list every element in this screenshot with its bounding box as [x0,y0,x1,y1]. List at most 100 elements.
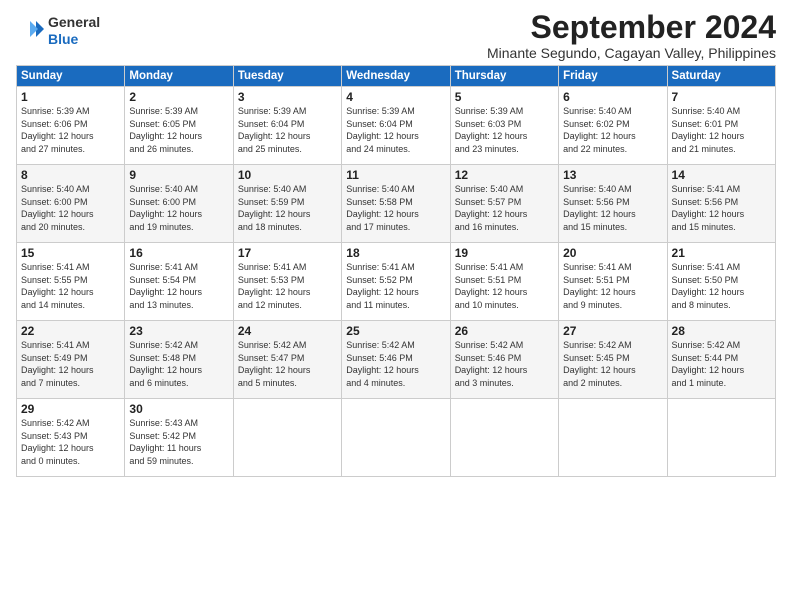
col-saturday: Saturday [667,66,775,87]
day-detail: Sunrise: 5:41 AM Sunset: 5:49 PM Dayligh… [21,339,120,389]
week-row-1: 1Sunrise: 5:39 AM Sunset: 6:06 PM Daylig… [17,87,776,165]
day-cell: 5Sunrise: 5:39 AM Sunset: 6:03 PM Daylig… [450,87,558,165]
day-detail: Sunrise: 5:39 AM Sunset: 6:04 PM Dayligh… [238,105,337,155]
day-cell: 20Sunrise: 5:41 AM Sunset: 5:51 PM Dayli… [559,243,667,321]
day-number: 23 [129,324,228,338]
calendar-body: 1Sunrise: 5:39 AM Sunset: 6:06 PM Daylig… [17,87,776,477]
logo-blue: Blue [48,31,78,47]
day-number: 12 [455,168,554,182]
col-sunday: Sunday [17,66,125,87]
day-cell: 19Sunrise: 5:41 AM Sunset: 5:51 PM Dayli… [450,243,558,321]
day-cell: 1Sunrise: 5:39 AM Sunset: 6:06 PM Daylig… [17,87,125,165]
day-number: 27 [563,324,662,338]
day-detail: Sunrise: 5:39 AM Sunset: 6:05 PM Dayligh… [129,105,228,155]
calendar-page: General Blue September 2024 Minante Segu… [0,0,792,612]
day-detail: Sunrise: 5:41 AM Sunset: 5:50 PM Dayligh… [672,261,771,311]
day-number: 24 [238,324,337,338]
day-cell: 7Sunrise: 5:40 AM Sunset: 6:01 PM Daylig… [667,87,775,165]
day-detail: Sunrise: 5:42 AM Sunset: 5:48 PM Dayligh… [129,339,228,389]
day-number: 8 [21,168,120,182]
col-friday: Friday [559,66,667,87]
day-number: 2 [129,90,228,104]
calendar-header: Sunday Monday Tuesday Wednesday Thursday… [17,66,776,87]
day-cell [667,399,775,477]
col-thursday: Thursday [450,66,558,87]
day-cell: 23Sunrise: 5:42 AM Sunset: 5:48 PM Dayli… [125,321,233,399]
day-detail: Sunrise: 5:40 AM Sunset: 5:56 PM Dayligh… [563,183,662,233]
day-cell: 13Sunrise: 5:40 AM Sunset: 5:56 PM Dayli… [559,165,667,243]
col-wednesday: Wednesday [342,66,450,87]
day-cell: 12Sunrise: 5:40 AM Sunset: 5:57 PM Dayli… [450,165,558,243]
day-detail: Sunrise: 5:43 AM Sunset: 5:42 PM Dayligh… [129,417,228,467]
day-detail: Sunrise: 5:40 AM Sunset: 6:00 PM Dayligh… [21,183,120,233]
logo-general: General [48,14,100,30]
day-cell: 22Sunrise: 5:41 AM Sunset: 5:49 PM Dayli… [17,321,125,399]
day-cell: 28Sunrise: 5:42 AM Sunset: 5:44 PM Dayli… [667,321,775,399]
logo-icon [16,17,44,45]
day-number: 29 [21,402,120,416]
day-cell: 25Sunrise: 5:42 AM Sunset: 5:46 PM Dayli… [342,321,450,399]
day-number: 19 [455,246,554,260]
day-cell: 21Sunrise: 5:41 AM Sunset: 5:50 PM Dayli… [667,243,775,321]
day-cell [342,399,450,477]
day-cell: 16Sunrise: 5:41 AM Sunset: 5:54 PM Dayli… [125,243,233,321]
header-row: Sunday Monday Tuesday Wednesday Thursday… [17,66,776,87]
day-number: 7 [672,90,771,104]
day-cell: 29Sunrise: 5:42 AM Sunset: 5:43 PM Dayli… [17,399,125,477]
header: General Blue September 2024 Minante Segu… [16,10,776,61]
day-number: 26 [455,324,554,338]
day-detail: Sunrise: 5:41 AM Sunset: 5:56 PM Dayligh… [672,183,771,233]
calendar-table: Sunday Monday Tuesday Wednesday Thursday… [16,65,776,477]
day-number: 15 [21,246,120,260]
day-cell [559,399,667,477]
week-row-3: 15Sunrise: 5:41 AM Sunset: 5:55 PM Dayli… [17,243,776,321]
day-number: 6 [563,90,662,104]
week-row-2: 8Sunrise: 5:40 AM Sunset: 6:00 PM Daylig… [17,165,776,243]
day-detail: Sunrise: 5:42 AM Sunset: 5:43 PM Dayligh… [21,417,120,467]
day-cell: 14Sunrise: 5:41 AM Sunset: 5:56 PM Dayli… [667,165,775,243]
day-detail: Sunrise: 5:39 AM Sunset: 6:04 PM Dayligh… [346,105,445,155]
logo-text: General Blue [48,14,100,48]
day-number: 28 [672,324,771,338]
day-cell [450,399,558,477]
day-number: 25 [346,324,445,338]
day-number: 22 [21,324,120,338]
day-number: 5 [455,90,554,104]
day-number: 10 [238,168,337,182]
week-row-4: 22Sunrise: 5:41 AM Sunset: 5:49 PM Dayli… [17,321,776,399]
day-number: 18 [346,246,445,260]
day-number: 3 [238,90,337,104]
week-row-5: 29Sunrise: 5:42 AM Sunset: 5:43 PM Dayli… [17,399,776,477]
day-detail: Sunrise: 5:40 AM Sunset: 5:58 PM Dayligh… [346,183,445,233]
day-detail: Sunrise: 5:42 AM Sunset: 5:44 PM Dayligh… [672,339,771,389]
day-cell: 30Sunrise: 5:43 AM Sunset: 5:42 PM Dayli… [125,399,233,477]
day-cell: 3Sunrise: 5:39 AM Sunset: 6:04 PM Daylig… [233,87,341,165]
day-detail: Sunrise: 5:40 AM Sunset: 5:59 PM Dayligh… [238,183,337,233]
day-cell: 4Sunrise: 5:39 AM Sunset: 6:04 PM Daylig… [342,87,450,165]
day-detail: Sunrise: 5:41 AM Sunset: 5:53 PM Dayligh… [238,261,337,311]
day-cell: 10Sunrise: 5:40 AM Sunset: 5:59 PM Dayli… [233,165,341,243]
day-cell: 27Sunrise: 5:42 AM Sunset: 5:45 PM Dayli… [559,321,667,399]
day-cell: 2Sunrise: 5:39 AM Sunset: 6:05 PM Daylig… [125,87,233,165]
day-detail: Sunrise: 5:42 AM Sunset: 5:45 PM Dayligh… [563,339,662,389]
col-monday: Monday [125,66,233,87]
day-cell: 6Sunrise: 5:40 AM Sunset: 6:02 PM Daylig… [559,87,667,165]
day-number: 11 [346,168,445,182]
day-number: 20 [563,246,662,260]
day-number: 30 [129,402,228,416]
day-cell: 18Sunrise: 5:41 AM Sunset: 5:52 PM Dayli… [342,243,450,321]
day-detail: Sunrise: 5:41 AM Sunset: 5:55 PM Dayligh… [21,261,120,311]
day-detail: Sunrise: 5:41 AM Sunset: 5:52 PM Dayligh… [346,261,445,311]
day-number: 14 [672,168,771,182]
location: Minante Segundo, Cagayan Valley, Philipp… [487,45,776,61]
day-detail: Sunrise: 5:40 AM Sunset: 6:02 PM Dayligh… [563,105,662,155]
day-number: 9 [129,168,228,182]
day-number: 16 [129,246,228,260]
day-detail: Sunrise: 5:40 AM Sunset: 6:00 PM Dayligh… [129,183,228,233]
day-cell: 9Sunrise: 5:40 AM Sunset: 6:00 PM Daylig… [125,165,233,243]
day-cell: 17Sunrise: 5:41 AM Sunset: 5:53 PM Dayli… [233,243,341,321]
day-detail: Sunrise: 5:42 AM Sunset: 5:47 PM Dayligh… [238,339,337,389]
day-number: 21 [672,246,771,260]
day-number: 13 [563,168,662,182]
day-detail: Sunrise: 5:39 AM Sunset: 6:03 PM Dayligh… [455,105,554,155]
